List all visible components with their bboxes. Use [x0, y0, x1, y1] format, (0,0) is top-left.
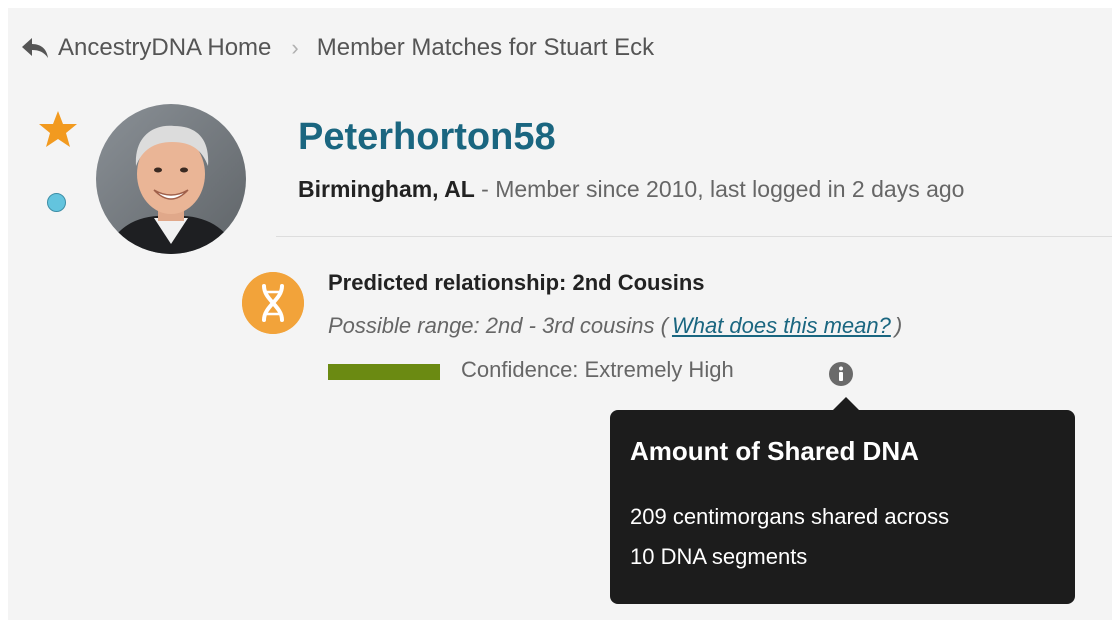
breadcrumb-home-link[interactable]: AncestryDNA Home: [58, 34, 271, 62]
match-location: Birmingham, AL: [298, 176, 475, 202]
member-since-text: - Member since 2010, last logged in 2 da…: [474, 176, 965, 202]
breadcrumb: AncestryDNA Home › Member Matches for St…: [20, 30, 654, 66]
reply-arrow-icon[interactable]: [20, 36, 50, 60]
range-suffix: ): [894, 313, 903, 338]
what-does-this-mean-link[interactable]: What does this mean?: [672, 313, 891, 338]
group-dot-icon[interactable]: [47, 193, 66, 212]
confidence-bar: [328, 364, 440, 380]
confidence-bar-fill: [328, 364, 440, 380]
divider: [276, 236, 1112, 237]
predicted-relationship: Predicted relationship: 2nd Cousins: [328, 270, 705, 295]
tooltip-segments: 10 DNA segments: [630, 544, 808, 569]
match-username[interactable]: Peterhorton58: [298, 116, 556, 159]
info-icon[interactable]: [828, 361, 854, 387]
possible-range: Possible range: 2nd - 3rd cousins (What …: [328, 313, 902, 339]
tooltip-centimorgans: 209 centimorgans shared across: [630, 504, 950, 529]
member-info-line: Birmingham, AL - Member since 2010, last…: [298, 176, 964, 203]
star-icon[interactable]: [38, 110, 78, 148]
tooltip-arrow: [832, 397, 860, 411]
shared-dna-tooltip: Amount of Shared DNA 209 centimorgans sh…: [610, 397, 1075, 604]
chevron-right-icon: ›: [291, 35, 299, 60]
avatar[interactable]: [96, 104, 246, 254]
dna-helix-icon: [242, 272, 304, 334]
avatar-photo: [96, 104, 246, 254]
breadcrumb-current[interactable]: Member Matches for Stuart Eck: [317, 34, 654, 62]
confidence-label: Confidence: Extremely High: [461, 357, 734, 382]
range-text: Possible range: 2nd - 3rd cousins (: [328, 313, 668, 338]
tooltip-title: Amount of Shared DNA: [630, 436, 919, 466]
